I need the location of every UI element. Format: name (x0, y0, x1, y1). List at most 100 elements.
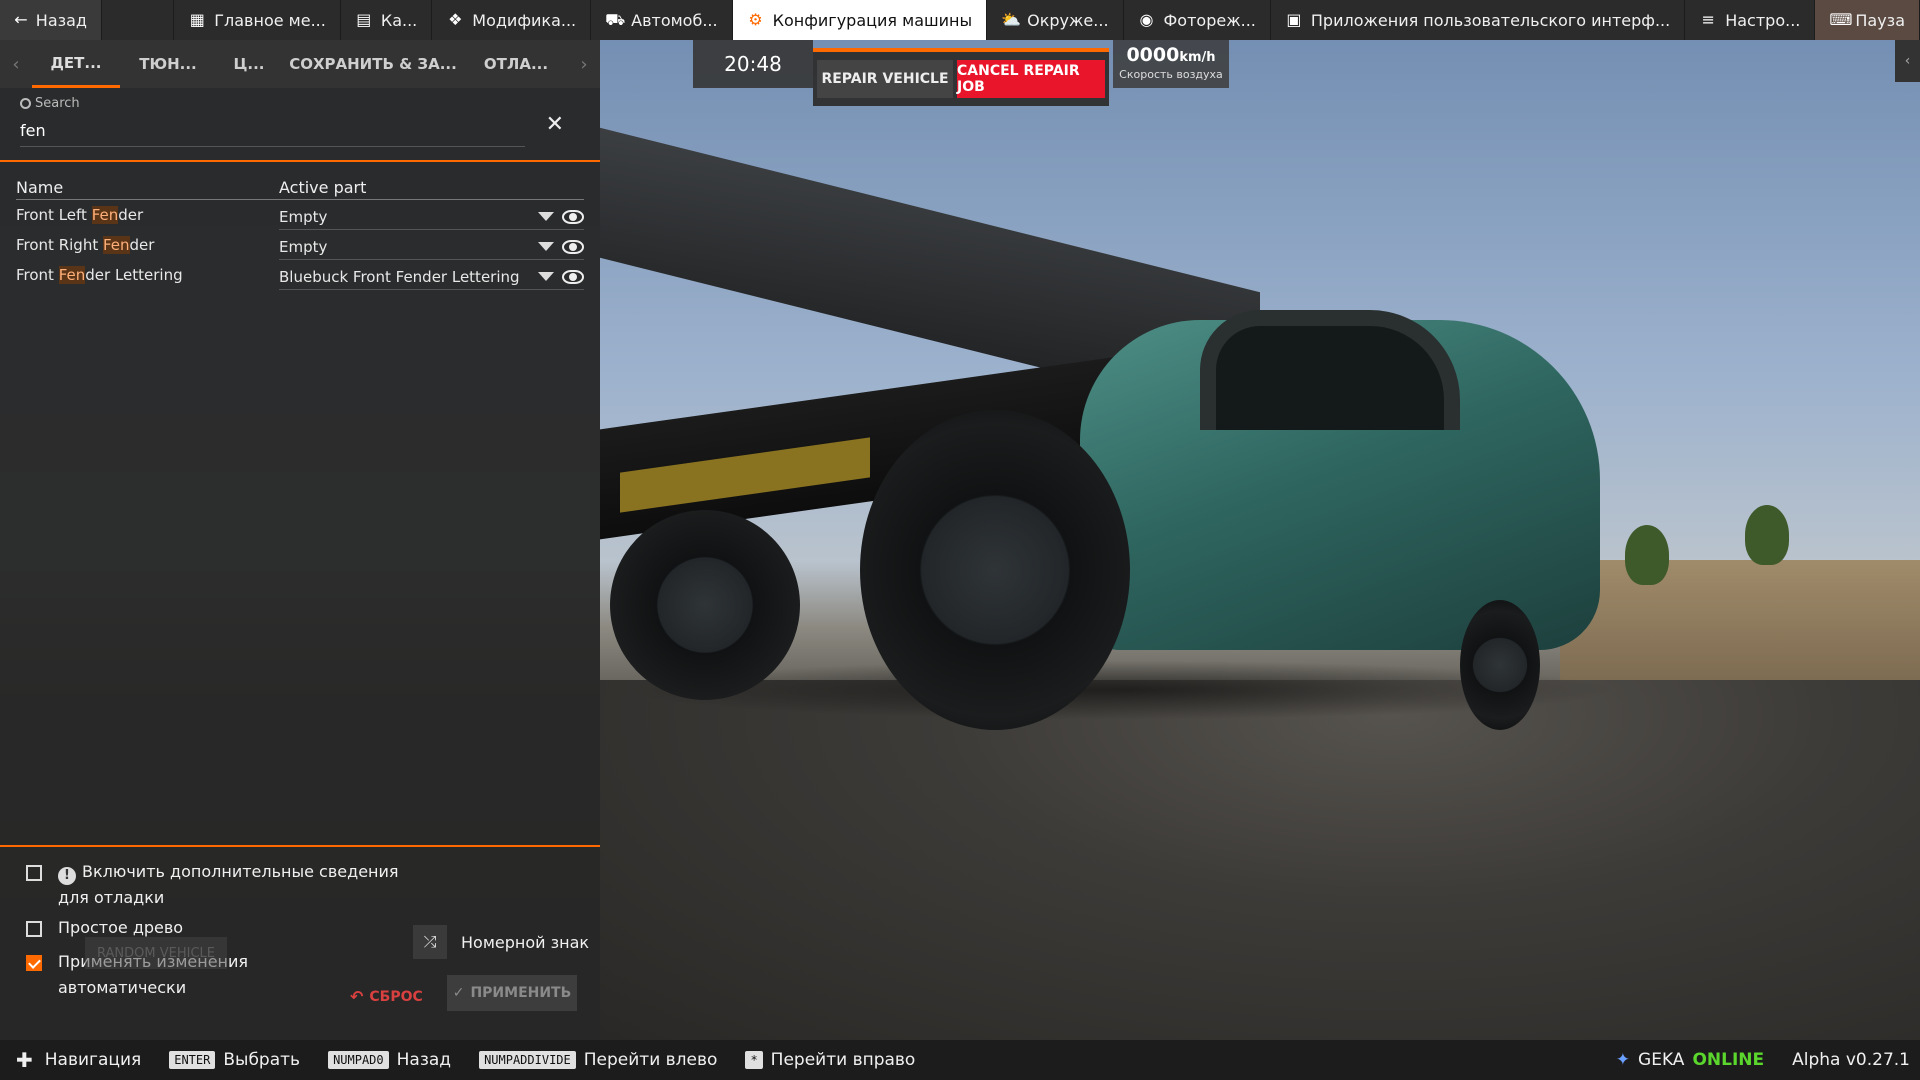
tab-save-load[interactable]: СОХРАНИТЬ & ЗА... (282, 40, 464, 88)
part-select-value: Empty (279, 237, 328, 256)
apply-button[interactable]: ✓ ПРИМЕНИТЬ (447, 975, 577, 1011)
search-highlight: Fen (102, 236, 130, 254)
menu-vehicle-config[interactable]: ⚙ Конфигурация машины (732, 0, 988, 40)
weather-icon: ⛅ (1001, 10, 1022, 29)
speed-unit: km/h (1179, 50, 1216, 65)
hint-left: NUMPADDIVIDE Перейти влево (479, 1050, 717, 1070)
check-icon: ✓ (452, 985, 465, 1001)
menu-mods[interactable]: ❖ Модифика... (432, 0, 592, 40)
top-menu-bar: ← Назад ▦ Главное ме... ▤ Ка... ❖ Модифи… (0, 0, 1920, 40)
apps-icon: ▣ (1286, 10, 1302, 29)
chevron-left-icon[interactable]: ‹ (1895, 40, 1920, 82)
airspeed-display: 0000km/h Скорость воздуха (1113, 40, 1229, 88)
hint-select: ENTER Выбрать (169, 1050, 300, 1070)
part-name: Front Fender Lettering (16, 266, 183, 284)
part-select-value: Bluebuck Front Fender Lettering (279, 267, 520, 286)
key-badge: NUMPADDIVIDE (479, 1051, 576, 1069)
part-select[interactable]: Empty (279, 234, 584, 260)
car-icon: ⛟ (605, 10, 626, 29)
menu-main[interactable]: ▦ Главное ме... (174, 0, 341, 40)
search-input[interactable]: fen (20, 121, 525, 147)
menu-vehicles[interactable]: ⛟ Автомоб... (591, 0, 733, 40)
pause-button[interactable]: ⌨ Пауза (1815, 0, 1920, 40)
menu-label: Главное ме... (214, 10, 326, 30)
menu-photo[interactable]: ◉ Фотореж... (1124, 0, 1271, 40)
shuffle-icon: ⤮ (413, 925, 447, 959)
repair-job-panel: REPAIR VEHICLE CANCEL REPAIR JOB (813, 48, 1109, 106)
tabs-next-icon[interactable]: › (568, 40, 600, 88)
tab-tuning[interactable]: ТЮН... (120, 40, 216, 88)
chevron-down-icon (538, 242, 554, 251)
menu-map[interactable]: ▤ Ка... (341, 0, 433, 40)
engine-icon: ⚙ (748, 10, 763, 29)
menu-label: Окруже... (1027, 10, 1109, 30)
version-label: Alpha v0.27.1 (1792, 1050, 1910, 1070)
debug-info-label: ! Включить дополнительные сведения для отл… (58, 862, 399, 907)
tab-color[interactable]: Ц... (216, 40, 282, 88)
game-clock: 20:48 (693, 40, 813, 88)
chevron-down-icon (538, 212, 554, 221)
username: GEKA (1638, 1050, 1685, 1070)
key-badge: NUMPAD0 (328, 1051, 389, 1069)
tab-parts[interactable]: ДЕТ... (32, 40, 120, 88)
front-wheel (860, 410, 1130, 730)
debug-info-option[interactable]: ! Включить дополнительные сведения для отл… (0, 859, 600, 911)
parts-table-header: Name Active part (16, 178, 584, 200)
vehicle-config-panel: ‹ ДЕТ... ТЮН... Ц... СОХРАНИТЬ & ЗА... О… (0, 40, 600, 1040)
license-plate-button[interactable]: ⤮ Номерной знак (413, 925, 589, 959)
far-wheel (1460, 600, 1540, 730)
eye-icon[interactable] (562, 239, 584, 254)
column-active-part: Active part (279, 178, 367, 197)
parts-table: Name Active part Front Left Fender Empty… (0, 162, 600, 290)
search-box: Search fen ✕ (0, 88, 600, 162)
hint-back: NUMPAD0 Назад (328, 1050, 451, 1070)
undo-icon: ↶ (350, 987, 364, 1006)
eye-icon[interactable] (562, 209, 584, 224)
camera-icon: ◉ (1139, 10, 1154, 29)
rear-wheel (610, 510, 800, 700)
menu-ui-apps[interactable]: ▣ Приложения пользовательского интерф... (1271, 0, 1686, 40)
bottom-hint-bar: ✚ Навигация ENTER Выбрать NUMPAD0 Назад … (0, 1040, 1920, 1080)
menu-label: Ка... (380, 10, 418, 30)
part-select[interactable]: Empty (279, 204, 584, 230)
auto-apply-checkbox[interactable] (26, 955, 42, 971)
debug-info-checkbox[interactable] (26, 865, 42, 881)
close-icon[interactable]: ✕ (546, 112, 564, 137)
menu-label: Модифика... (472, 10, 577, 30)
dpad-icon: ✚ (16, 1048, 33, 1072)
tabs-prev-icon[interactable]: ‹ (0, 40, 32, 88)
hint-label: Выбрать (223, 1050, 301, 1070)
key-badge: ENTER (169, 1051, 216, 1069)
cancel-repair-button[interactable]: CANCEL REPAIR JOB (957, 60, 1105, 98)
scene-tree (1745, 505, 1789, 565)
simple-tree-checkbox[interactable] (26, 921, 42, 937)
scene-ground (600, 680, 1920, 1040)
reset-button[interactable]: ↶ СБРОС (350, 987, 423, 1006)
puzzle-icon: ❖ (448, 10, 463, 29)
search-label: Search (35, 96, 80, 111)
back-label: Назад (35, 10, 87, 30)
part-name: Front Left Fender (16, 206, 144, 224)
search-icon (20, 98, 31, 109)
menu-settings[interactable]: ≡ Настро... (1685, 0, 1816, 40)
repair-vehicle-button[interactable]: REPAIR VEHICLE (817, 60, 953, 98)
menu-environment[interactable]: ⛅ Окруже... (987, 0, 1124, 40)
speed-label: Скорость воздуха (1119, 68, 1223, 81)
speed-value: 0000 (1126, 44, 1180, 66)
license-plate-label: Номерной знак (461, 932, 590, 952)
online-status[interactable]: ✦ GEKA ONLINE (1616, 1050, 1764, 1070)
search-label-row: Search (20, 96, 584, 111)
random-vehicle-button: RANDOM VEHICLE (85, 937, 227, 969)
part-select-value: Empty (279, 207, 328, 226)
keyboard-icon: ⌨ (1829, 10, 1853, 29)
part-name: Front Right Fender (16, 236, 155, 254)
table-row: Front Fender Lettering Bluebuck Front Fe… (16, 260, 584, 290)
back-button[interactable]: ← Назад (0, 0, 102, 40)
menu-label: Конфигурация машины (772, 10, 973, 30)
part-select[interactable]: Bluebuck Front Fender Lettering (279, 264, 584, 290)
eye-icon[interactable] (562, 269, 584, 284)
scene-field (1560, 560, 1920, 680)
tab-debug[interactable]: ОТЛА... (464, 40, 568, 88)
status-badge: ONLINE (1692, 1050, 1765, 1070)
search-highlight: Fen (91, 206, 119, 224)
